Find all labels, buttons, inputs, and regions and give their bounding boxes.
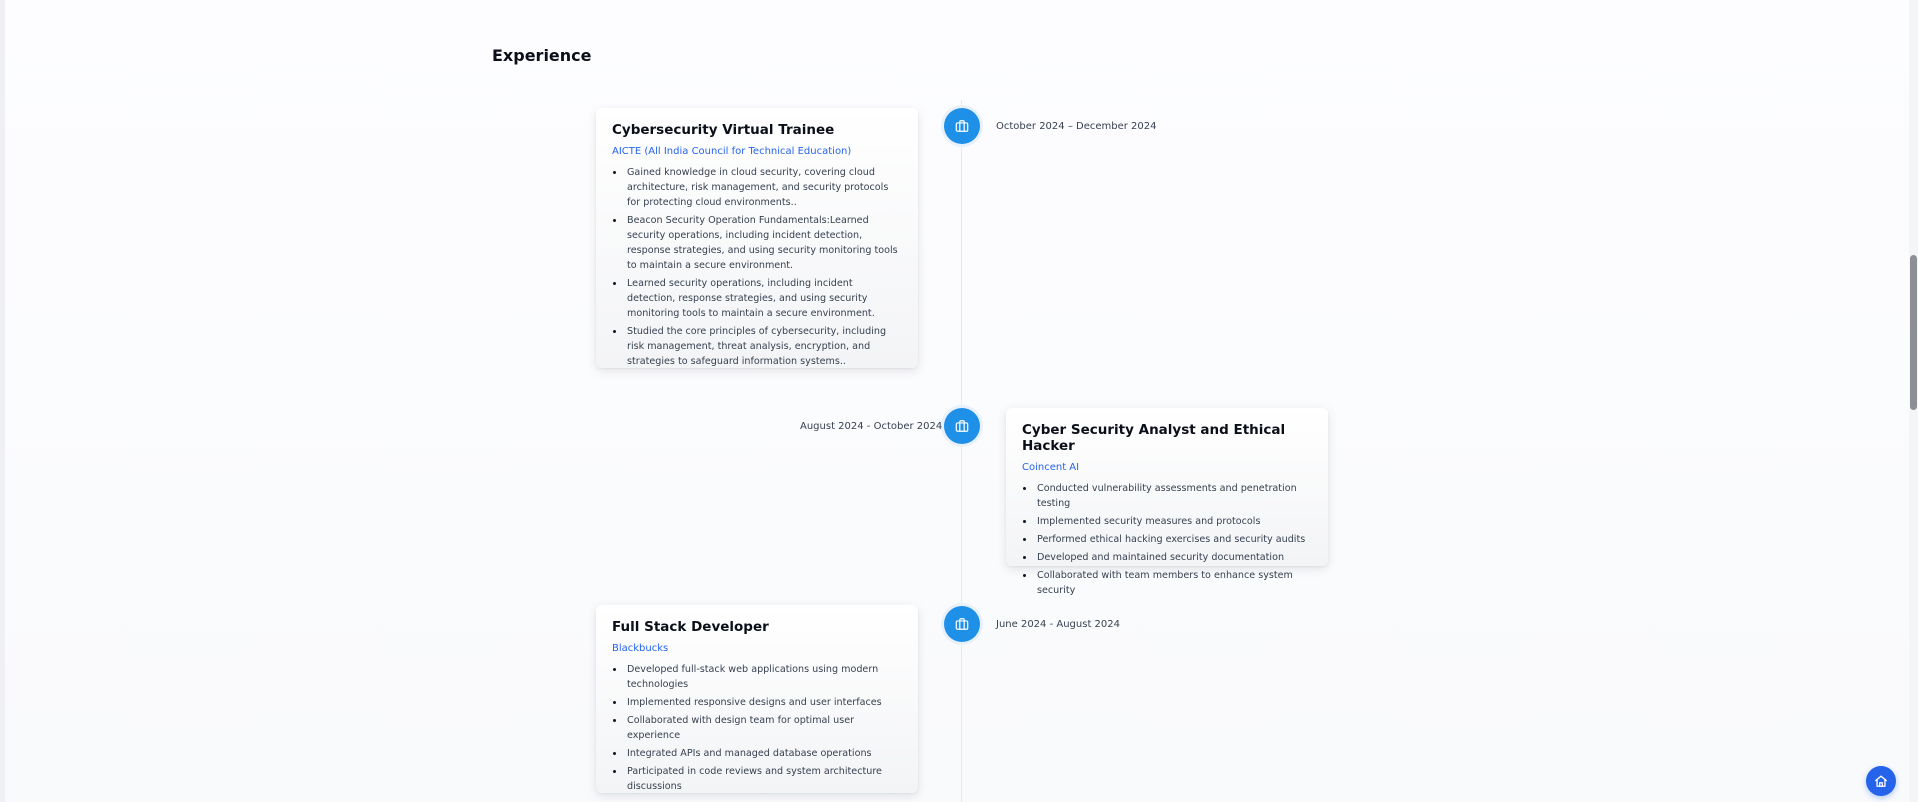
bullet-icon <box>1023 520 1026 523</box>
bullet-icon <box>613 701 616 704</box>
list-item: Developed full-stack web applications us… <box>612 662 902 692</box>
list-item: Collaborated with team members to enhanc… <box>1022 568 1312 598</box>
list-item: Studied the core principles of cybersecu… <box>612 324 902 369</box>
date-label: June 2024 - August 2024 <box>996 619 1120 630</box>
experience-card-2: Cyber Security Analyst and Ethical Hacke… <box>1006 408 1328 596</box>
timeline-node-3 <box>944 606 980 642</box>
company-name: AICTE (All India Council for Technical E… <box>612 146 852 157</box>
scrollbar[interactable] <box>1909 0 1918 802</box>
date-label: August 2024 - October 2024 <box>800 421 943 432</box>
timeline-line <box>961 100 962 802</box>
list-item: Performed ethical hacking exercises and … <box>1022 532 1312 547</box>
list-item: Implemented security measures and protoc… <box>1022 514 1312 529</box>
bullet-icon <box>1023 487 1026 490</box>
list-item: Collaborated with design team for optima… <box>612 713 902 743</box>
bullet-icon <box>613 719 616 722</box>
list-item: Implemented responsive designs and user … <box>612 695 902 710</box>
page: Experience Cybersecurity Virtual Trainee… <box>0 0 1918 802</box>
bullet-icon <box>1023 556 1026 559</box>
bullet-icon <box>613 752 616 755</box>
bullet-list: Gained knowledge in cloud security, cove… <box>612 165 902 369</box>
bullet-icon <box>613 282 616 285</box>
company-name: Blackbucks <box>612 643 669 654</box>
list-item: Learned security operations, including i… <box>612 276 902 321</box>
job-title: Full Stack Developer <box>612 619 769 635</box>
bullet-list: Conducted vulnerability assessments and … <box>1022 481 1312 598</box>
experience-card-3: Full Stack Developer Blackbucks Develope… <box>596 605 918 793</box>
scrollbar-thumb[interactable] <box>1910 255 1917 410</box>
bullet-icon <box>613 770 616 773</box>
briefcase-icon <box>955 420 969 432</box>
section-title: Experience <box>492 46 592 65</box>
list-item: Gained knowledge in cloud security, cove… <box>612 165 902 210</box>
job-title: Cybersecurity Virtual Trainee <box>612 122 835 138</box>
list-item: Integrated APIs and managed database ope… <box>612 746 902 761</box>
company-name: Coincent AI <box>1022 462 1080 473</box>
timeline-node-2 <box>944 408 980 444</box>
home-icon <box>1875 775 1887 787</box>
bullet-icon <box>1023 574 1026 577</box>
experience-card-1: Cybersecurity Virtual Trainee AICTE (All… <box>596 108 918 368</box>
bullet-icon <box>613 219 616 222</box>
briefcase-icon <box>955 618 969 630</box>
timeline-node-1 <box>944 108 980 144</box>
job-title: Cyber Security Analyst and Ethical Hacke… <box>1022 422 1286 454</box>
date-label: October 2024 – December 2024 <box>996 121 1157 132</box>
list-item: Developed and maintained security docume… <box>1022 550 1312 565</box>
bullet-icon <box>613 668 616 671</box>
list-item: Beacon Security Operation Fundamentals:L… <box>612 213 902 273</box>
bullet-list: Developed full-stack web applications us… <box>612 662 902 794</box>
home-button[interactable] <box>1866 766 1896 796</box>
bullet-icon <box>1023 538 1026 541</box>
briefcase-icon <box>955 120 969 132</box>
bullet-icon <box>613 171 616 174</box>
list-item: Participated in code reviews and system … <box>612 764 902 794</box>
bullet-icon <box>613 330 616 333</box>
list-item: Conducted vulnerability assessments and … <box>1022 481 1312 511</box>
